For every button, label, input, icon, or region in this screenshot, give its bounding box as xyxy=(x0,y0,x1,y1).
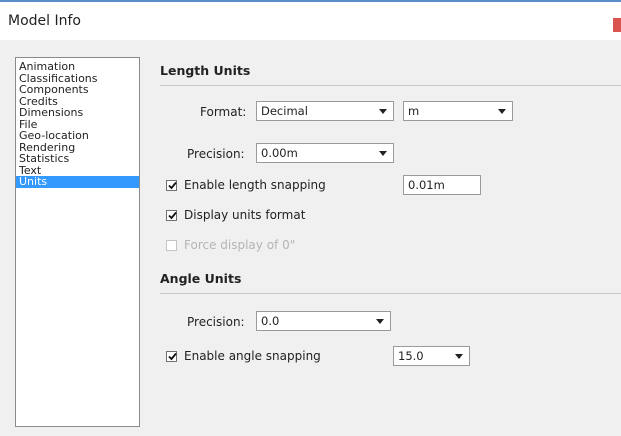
list-item-dimensions[interactable]: Dimensions xyxy=(16,107,139,119)
dropdown-arrow-icon xyxy=(379,151,387,156)
list-item-units[interactable]: Units xyxy=(16,176,139,188)
angle-precision-dropdown[interactable]: 0.0 xyxy=(256,311,391,331)
angle-snapping-dropdown[interactable]: 15.0 xyxy=(393,346,470,366)
length-snapping-value: 0.01m xyxy=(408,178,445,192)
dropdown-arrow-icon xyxy=(455,354,463,359)
list-item-statistics[interactable]: Statistics xyxy=(16,153,139,165)
enable-angle-snapping-label: Enable angle snapping xyxy=(184,349,321,363)
unit-dropdown[interactable]: m xyxy=(403,101,513,121)
category-list[interactable]: Animation Classifications Components Cre… xyxy=(15,57,140,427)
angle-precision-value: 0.0 xyxy=(261,314,280,328)
enable-length-snapping-label: Enable length snapping xyxy=(184,178,326,192)
dropdown-arrow-icon xyxy=(379,109,387,114)
length-units-divider xyxy=(160,85,621,86)
dropdown-arrow-icon xyxy=(376,319,384,324)
length-units-heading: Length Units xyxy=(160,63,251,78)
enable-length-snapping-checkbox[interactable] xyxy=(166,180,177,191)
unit-value: m xyxy=(408,104,420,118)
length-precision-dropdown[interactable]: 0.00m xyxy=(256,143,394,163)
format-value: Decimal xyxy=(261,104,308,118)
angle-units-heading: Angle Units xyxy=(160,271,242,286)
checkmark-icon xyxy=(168,352,177,361)
force-display-checkbox[interactable] xyxy=(166,240,177,251)
close-button[interactable] xyxy=(613,18,621,32)
display-units-format-label: Display units format xyxy=(184,208,306,222)
checkmark-icon xyxy=(168,211,177,220)
format-label: Format: xyxy=(200,105,247,119)
list-item-geo-location[interactable]: Geo-location xyxy=(16,130,139,142)
title-bar: Model Info xyxy=(0,0,621,40)
checkmark-icon xyxy=(168,181,177,190)
length-snapping-input[interactable]: 0.01m xyxy=(403,175,481,195)
format-dropdown[interactable]: Decimal xyxy=(256,101,394,121)
angle-snapping-value: 15.0 xyxy=(398,349,424,363)
length-precision-value: 0.00m xyxy=(261,146,298,160)
dropdown-arrow-icon xyxy=(498,109,506,114)
force-display-label: Force display of 0" xyxy=(184,238,296,252)
angle-units-divider xyxy=(160,293,621,294)
list-item-animation[interactable]: Animation xyxy=(16,61,139,73)
enable-angle-snapping-checkbox[interactable] xyxy=(166,351,177,362)
angle-precision-label: Precision: xyxy=(187,315,245,329)
length-precision-label: Precision: xyxy=(187,147,245,161)
list-item-components[interactable]: Components xyxy=(16,84,139,96)
window-title: Model Info xyxy=(8,13,81,29)
display-units-format-checkbox[interactable] xyxy=(166,210,177,221)
